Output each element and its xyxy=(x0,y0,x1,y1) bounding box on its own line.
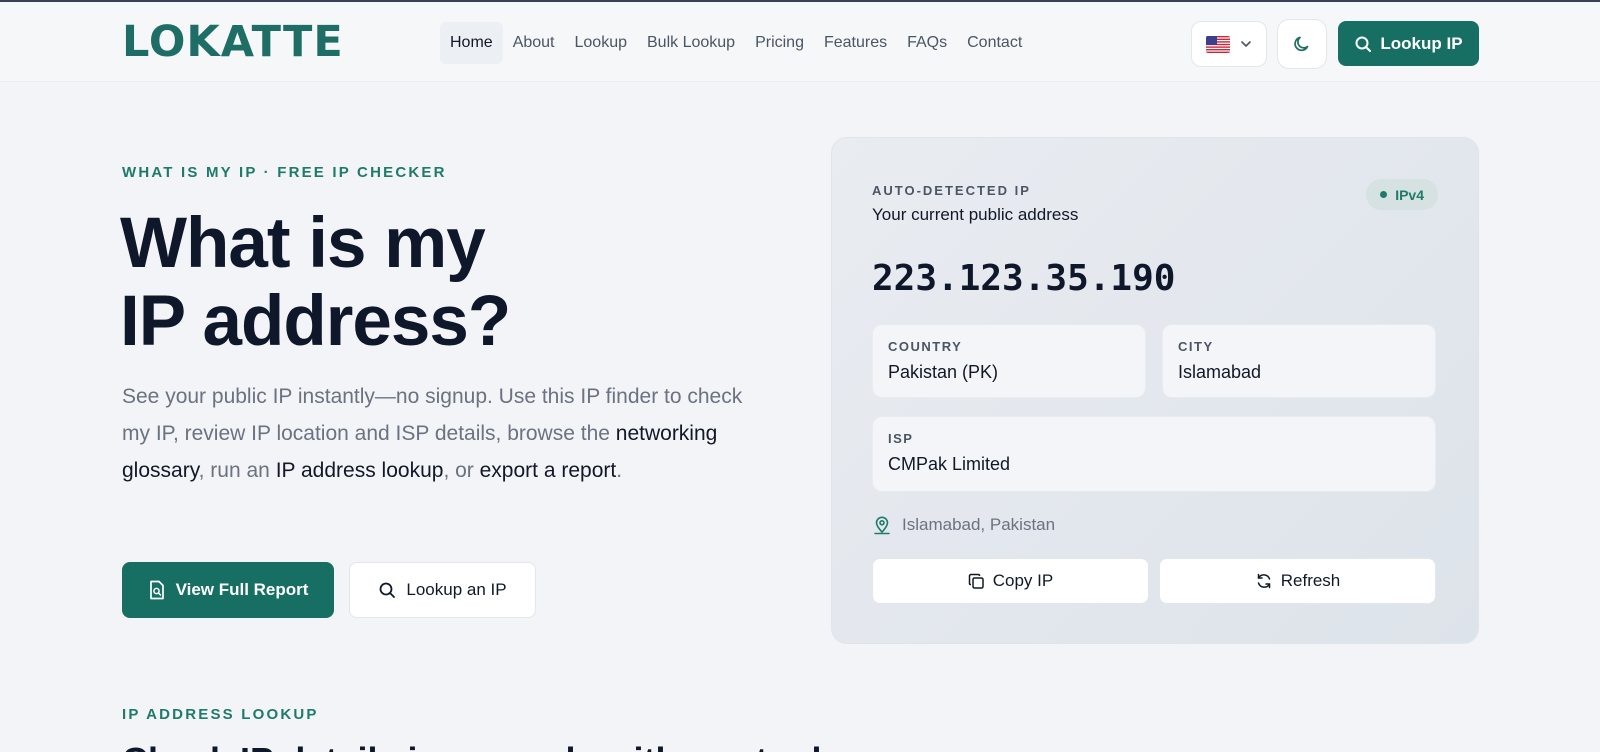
country-label: COUNTRY xyxy=(888,339,963,354)
status-dot-icon xyxy=(1380,191,1388,198)
location-row: Islamabad, Pakistan xyxy=(872,515,1055,535)
hero-desc-text-2: , run an xyxy=(198,459,276,482)
nav-item-faqs[interactable]: FAQs xyxy=(897,22,957,64)
copy-icon xyxy=(968,573,984,589)
city-label: CITY xyxy=(1178,339,1214,354)
copy-ip-label: Copy IP xyxy=(992,571,1054,590)
lookup-ip-button-label: Lookup IP xyxy=(1380,33,1463,53)
refresh-label: Refresh xyxy=(1280,571,1341,590)
isp-label: ISP xyxy=(888,431,914,446)
refresh-button[interactable]: Refresh xyxy=(1159,558,1436,604)
ip-address-lookup-link[interactable]: IP address lookup xyxy=(276,459,444,482)
nav-item-lookup[interactable]: Lookup xyxy=(565,22,638,64)
main-nav: Home About Lookup Bulk Lookup Pricing Fe… xyxy=(440,22,1032,64)
location-text: Islamabad, Pakistan xyxy=(902,515,1056,534)
view-full-report-button[interactable]: View Full Report xyxy=(122,562,334,618)
lookup-an-ip-label: Lookup an IP xyxy=(406,580,507,599)
nav-item-features[interactable]: Features xyxy=(814,22,897,64)
ip-info-card: AUTO-DETECTED IP Your current public add… xyxy=(831,137,1479,644)
nav-item-contact[interactable]: Contact xyxy=(957,22,1032,64)
site-header: LOKATTE Home About Lookup Bulk Lookup Pr… xyxy=(0,2,1600,82)
export-report-link[interactable]: export a report xyxy=(480,459,617,482)
lookup-an-ip-button[interactable]: Lookup an IP xyxy=(349,562,536,618)
hero-desc-text-3: , or xyxy=(443,459,480,482)
hero-title-line1: What is my xyxy=(120,204,486,283)
hero-description: See your public IP instantly—no signup. … xyxy=(122,378,762,489)
ip-version-badge: IPv4 xyxy=(1366,179,1438,210)
refresh-icon xyxy=(1257,573,1270,589)
lookup-ip-button[interactable]: Lookup IP xyxy=(1338,21,1479,66)
isp-value: CMPak Limited xyxy=(888,454,1011,474)
country-box: COUNTRY Pakistan (PK) xyxy=(872,324,1146,398)
nav-item-about[interactable]: About xyxy=(503,22,565,64)
language-selector[interactable] xyxy=(1191,21,1267,67)
section-eyebrow: IP ADDRESS LOOKUP xyxy=(122,706,319,723)
logo-text: LOKATTE xyxy=(122,17,344,67)
city-box: CITY Islamabad xyxy=(1162,324,1436,398)
us-flag-icon xyxy=(1206,35,1230,53)
nav-item-pricing[interactable]: Pricing xyxy=(745,22,814,64)
hero-eyebrow: WHAT IS MY IP · FREE IP CHECKER xyxy=(122,164,447,181)
map-pin-icon xyxy=(874,516,890,535)
view-full-report-label: View Full Report xyxy=(175,580,309,599)
document-search-icon xyxy=(149,580,164,600)
city-value: Islamabad xyxy=(1178,362,1262,382)
brand-logo[interactable]: LOKATTE xyxy=(122,17,344,67)
search-icon xyxy=(1355,36,1372,52)
country-value: Pakistan (PK) xyxy=(888,362,999,382)
chevron-down-icon xyxy=(1241,41,1251,47)
hero-title: What is my IP address? xyxy=(120,205,720,361)
nav-item-home[interactable]: Home xyxy=(440,22,503,64)
copy-ip-button[interactable]: Copy IP xyxy=(872,558,1149,604)
ip-address-value[interactable]: 223.123.35.190 xyxy=(872,258,1175,299)
card-subtitle: Your current public address xyxy=(872,205,1079,224)
section-heading: Check IP details in seconds with our too… xyxy=(122,740,821,752)
search-icon xyxy=(379,582,396,598)
isp-box: ISP CMPak Limited xyxy=(872,416,1436,492)
ip-version-label: IPv4 xyxy=(1395,186,1424,203)
card-eyebrow: AUTO-DETECTED IP xyxy=(872,183,1031,198)
hero-title-line2: IP address? xyxy=(120,282,511,361)
nav-item-bulk-lookup[interactable]: Bulk Lookup xyxy=(637,22,745,64)
hero-desc-text-4: . xyxy=(616,459,623,482)
theme-toggle-button[interactable] xyxy=(1277,19,1327,69)
moon-icon xyxy=(1294,36,1309,52)
